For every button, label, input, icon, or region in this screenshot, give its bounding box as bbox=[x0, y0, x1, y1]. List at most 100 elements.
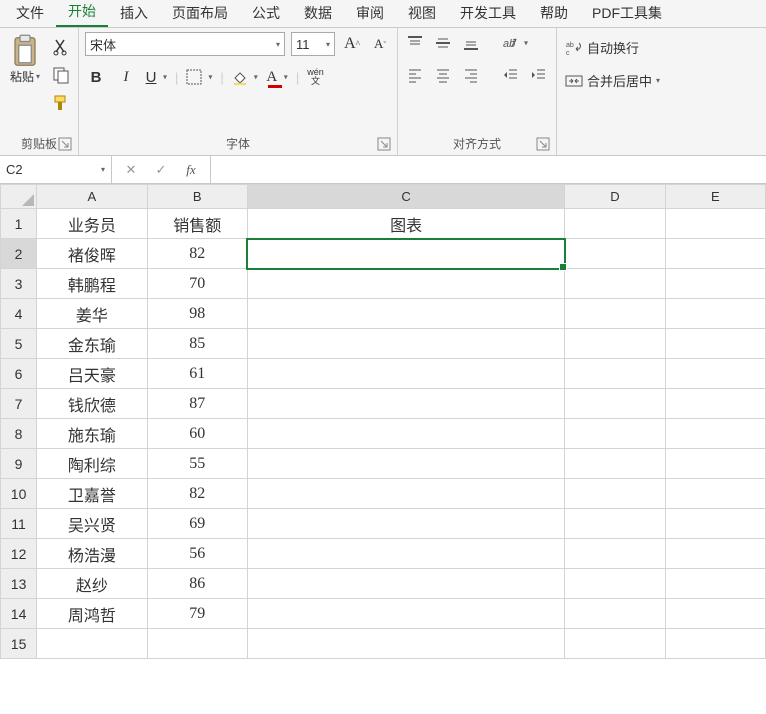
underline-button[interactable]: U▾ bbox=[145, 66, 167, 88]
cell-A10[interactable]: 卫嘉誉 bbox=[37, 479, 147, 509]
cell-A8[interactable]: 施东瑜 bbox=[37, 419, 147, 449]
cell-D14[interactable] bbox=[565, 599, 665, 629]
cell-B1[interactable]: 销售额 bbox=[147, 209, 247, 239]
cell-C9[interactable] bbox=[247, 449, 564, 479]
cell-A13[interactable]: 赵纱 bbox=[37, 569, 147, 599]
cell-B5[interactable]: 85 bbox=[147, 329, 247, 359]
cut-button[interactable] bbox=[50, 36, 72, 58]
cell-C14[interactable] bbox=[247, 599, 564, 629]
cell-A15[interactable] bbox=[37, 629, 147, 659]
cell-C12[interactable] bbox=[247, 539, 564, 569]
cell-E1[interactable] bbox=[665, 209, 765, 239]
select-all-corner[interactable] bbox=[1, 185, 37, 209]
cell-D3[interactable] bbox=[565, 269, 665, 299]
cell-C15[interactable] bbox=[247, 629, 564, 659]
cell-B12[interactable]: 56 bbox=[147, 539, 247, 569]
wrap-text-button[interactable]: abc 自动换行 bbox=[563, 36, 662, 59]
cell-B2[interactable]: 82 bbox=[147, 239, 247, 269]
cell-A9[interactable]: 陶利综 bbox=[37, 449, 147, 479]
cell-D13[interactable] bbox=[565, 569, 665, 599]
row-header-3[interactable]: 3 bbox=[1, 269, 37, 299]
cell-C3[interactable] bbox=[247, 269, 564, 299]
menu-item-5[interactable]: 数据 bbox=[292, 0, 344, 27]
menu-item-2[interactable]: 插入 bbox=[108, 0, 160, 27]
menu-item-0[interactable]: 文件 bbox=[4, 0, 56, 27]
cell-D11[interactable] bbox=[565, 509, 665, 539]
cell-C4[interactable] bbox=[247, 299, 564, 329]
row-header-7[interactable]: 7 bbox=[1, 389, 37, 419]
cell-B6[interactable]: 61 bbox=[147, 359, 247, 389]
cell-D12[interactable] bbox=[565, 539, 665, 569]
increase-font-button[interactable]: A^ bbox=[341, 33, 363, 55]
menu-item-8[interactable]: 开发工具 bbox=[448, 0, 528, 27]
cell-E11[interactable] bbox=[665, 509, 765, 539]
menu-item-7[interactable]: 视图 bbox=[396, 0, 448, 27]
row-header-2[interactable]: 2 bbox=[1, 239, 37, 269]
cell-D2[interactable] bbox=[565, 239, 665, 269]
decrease-font-button[interactable]: Aˇ bbox=[369, 33, 391, 55]
cell-C13[interactable] bbox=[247, 569, 564, 599]
align-top-button[interactable] bbox=[404, 32, 426, 54]
align-right-button[interactable] bbox=[460, 64, 482, 86]
menu-item-4[interactable]: 公式 bbox=[240, 0, 292, 27]
cell-C6[interactable] bbox=[247, 359, 564, 389]
orientation-button[interactable]: ab▾ bbox=[500, 32, 528, 54]
cell-A14[interactable]: 周鸿哲 bbox=[37, 599, 147, 629]
cell-A7[interactable]: 钱欣德 bbox=[37, 389, 147, 419]
cell-D8[interactable] bbox=[565, 419, 665, 449]
row-header-8[interactable]: 8 bbox=[1, 419, 37, 449]
menu-item-10[interactable]: PDF工具集 bbox=[580, 0, 674, 27]
font-launcher-icon[interactable] bbox=[377, 137, 391, 151]
cell-D7[interactable] bbox=[565, 389, 665, 419]
align-bottom-button[interactable] bbox=[460, 32, 482, 54]
font-color-button[interactable]: A▾ bbox=[266, 66, 288, 88]
row-header-13[interactable]: 13 bbox=[1, 569, 37, 599]
column-header-A[interactable]: A bbox=[37, 185, 147, 209]
borders-button[interactable]: ▾ bbox=[186, 66, 212, 88]
column-header-C[interactable]: C bbox=[247, 185, 564, 209]
cell-E10[interactable] bbox=[665, 479, 765, 509]
cell-D9[interactable] bbox=[565, 449, 665, 479]
cell-A2[interactable]: 褚俊晖 bbox=[37, 239, 147, 269]
cell-D5[interactable] bbox=[565, 329, 665, 359]
bold-button[interactable]: B bbox=[85, 66, 107, 88]
cell-B3[interactable]: 70 bbox=[147, 269, 247, 299]
cell-A12[interactable]: 杨浩漫 bbox=[37, 539, 147, 569]
cell-E2[interactable] bbox=[665, 239, 765, 269]
cell-C5[interactable] bbox=[247, 329, 564, 359]
menu-item-9[interactable]: 帮助 bbox=[528, 0, 580, 27]
cell-A5[interactable]: 金东瑜 bbox=[37, 329, 147, 359]
cell-B9[interactable]: 55 bbox=[147, 449, 247, 479]
cell-E12[interactable] bbox=[665, 539, 765, 569]
row-header-6[interactable]: 6 bbox=[1, 359, 37, 389]
cell-D10[interactable] bbox=[565, 479, 665, 509]
cell-C8[interactable] bbox=[247, 419, 564, 449]
cell-E7[interactable] bbox=[665, 389, 765, 419]
menu-item-6[interactable]: 审阅 bbox=[344, 0, 396, 27]
clipboard-launcher-icon[interactable] bbox=[58, 137, 72, 151]
row-header-12[interactable]: 12 bbox=[1, 539, 37, 569]
row-header-9[interactable]: 9 bbox=[1, 449, 37, 479]
cell-D4[interactable] bbox=[565, 299, 665, 329]
column-header-B[interactable]: B bbox=[147, 185, 247, 209]
cell-C7[interactable] bbox=[247, 389, 564, 419]
row-header-10[interactable]: 10 bbox=[1, 479, 37, 509]
menu-item-3[interactable]: 页面布局 bbox=[160, 0, 240, 27]
row-header-1[interactable]: 1 bbox=[1, 209, 37, 239]
cell-E13[interactable] bbox=[665, 569, 765, 599]
cell-D15[interactable] bbox=[565, 629, 665, 659]
alignment-launcher-icon[interactable] bbox=[536, 137, 550, 151]
row-header-15[interactable]: 15 bbox=[1, 629, 37, 659]
copy-button[interactable] bbox=[50, 64, 72, 86]
cell-B14[interactable]: 79 bbox=[147, 599, 247, 629]
cell-B4[interactable]: 98 bbox=[147, 299, 247, 329]
cell-C1[interactable]: 图表 bbox=[247, 209, 564, 239]
cell-B8[interactable]: 60 bbox=[147, 419, 247, 449]
cell-A1[interactable]: 业务员 bbox=[37, 209, 147, 239]
fill-color-button[interactable]: ▾ bbox=[232, 66, 258, 88]
cell-D1[interactable] bbox=[565, 209, 665, 239]
decrease-indent-button[interactable] bbox=[500, 64, 522, 86]
cell-E8[interactable] bbox=[665, 419, 765, 449]
column-header-E[interactable]: E bbox=[665, 185, 765, 209]
cell-E5[interactable] bbox=[665, 329, 765, 359]
